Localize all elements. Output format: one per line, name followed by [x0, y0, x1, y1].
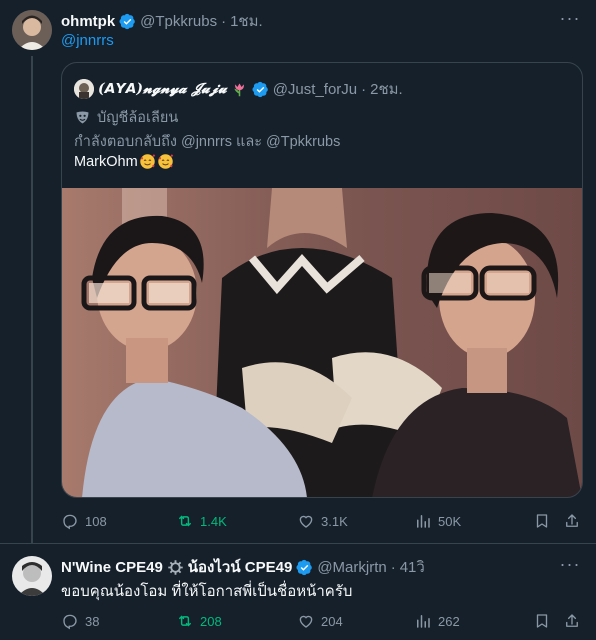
parody-label: บัญชีล้อเลียน [97, 110, 179, 126]
quote-display-name[interactable]: (𝘼𝙔𝘼)𝓷𝓰𝓷𝔂𝓪 𝓙𝓾𝓳𝓾 [98, 81, 227, 97]
more-icon[interactable]: ··· [558, 8, 582, 28]
views-count: 50K [438, 513, 462, 529]
tulip-emoji-icon [234, 83, 244, 96]
bookmark-button[interactable] [533, 512, 551, 530]
quote-avatar[interactable] [74, 79, 94, 99]
separator: · [390, 558, 396, 576]
retweet-count: 1.4K [200, 513, 227, 529]
tweet-text: ขอบคุณน้องโอม ที่ให้โอกาสพี่เป็นชื่อหน้า… [61, 583, 353, 600]
bookmark-icon [536, 614, 548, 628]
share-button[interactable] [563, 512, 581, 530]
display-name[interactable]: N'Wine CPE49 [61, 559, 163, 576]
avatar[interactable] [12, 10, 52, 50]
avatar-image [12, 556, 52, 596]
tweet-header: ohmtpk @Tpkkrubs · 1ชม. [61, 9, 263, 33]
bookmark-button[interactable] [533, 612, 551, 630]
parody-label-row: บัญชีล้อเลียน [74, 106, 178, 129]
like-count: 3.1K [321, 513, 348, 529]
display-name-suffix[interactable]: น้องไวน์ CPE49 [188, 555, 293, 579]
tweet-main[interactable]: ohmtpk @Tpkkrubs · 1ชม. ··· @jnnrrs (𝘼𝙔𝘼… [0, 0, 596, 543]
reply-count: 108 [85, 513, 107, 529]
tweet-actions: 108 1.4K 3.1K 50K [61, 512, 583, 532]
timestamp[interactable]: 1ชม. [230, 9, 263, 33]
separator: · [361, 80, 367, 98]
more-icon[interactable]: ··· [558, 554, 582, 574]
smiling-hearts-emoji-icon [157, 154, 173, 169]
verified-badge-icon [252, 81, 268, 97]
quote-replying-to: กำลังตอบกลับถึง @jnnrrs และ @Tpkkrubs [74, 134, 341, 150]
tweet-header: N'Wine CPE49 น้องไวน์ CPE49 @Markjrtn · … [61, 555, 425, 579]
handle[interactable]: @Tpkkrubs [140, 13, 217, 30]
quote-avatar-image [74, 79, 94, 99]
like-icon [299, 515, 313, 528]
reply-icon [63, 514, 77, 530]
tweet-reply[interactable]: N'Wine CPE49 น้องไวน์ CPE49 @Markjrtn · … [0, 543, 596, 640]
views-button[interactable]: 262 [414, 612, 460, 630]
tweet-actions: 38 208 204 262 [61, 612, 583, 632]
quote-text-row: MarkOhm [74, 153, 174, 170]
gear-icon [168, 559, 183, 575]
views-icon [417, 615, 430, 628]
like-count: 204 [321, 613, 343, 629]
quote-photo[interactable] [62, 188, 582, 498]
retweet-icon [179, 615, 191, 627]
share-icon [566, 514, 578, 527]
quote-header: (𝘼𝙔𝘼)𝓷𝓰𝓷𝔂𝓪 𝓙𝓾𝓳𝓾 @Just_forJu · 2ชม. [74, 77, 403, 101]
bookmark-icon [536, 514, 548, 528]
reply-mention[interactable]: @jnnrrs [61, 32, 114, 49]
quoted-tweet[interactable]: (𝘼𝙔𝘼)𝓷𝓰𝓷𝔂𝓪 𝓙𝓾𝓳𝓾 @Just_forJu · 2ชม. บัญชี… [61, 62, 583, 498]
smiling-hearts-emoji-icon [139, 154, 155, 169]
views-count: 262 [438, 613, 460, 629]
like-button[interactable]: 3.1K [297, 512, 348, 530]
timestamp[interactable]: 41วิ [400, 555, 425, 579]
quote-text: MarkOhm [74, 153, 138, 170]
avatar-image [12, 10, 52, 50]
retweet-count: 208 [200, 613, 222, 629]
quote-handle[interactable]: @Just_forJu [273, 81, 357, 98]
thread-line [31, 56, 33, 543]
retweet-button[interactable]: 1.4K [176, 512, 227, 530]
share-button[interactable] [563, 612, 581, 630]
display-name[interactable]: ohmtpk [61, 13, 115, 30]
retweet-icon [179, 515, 191, 527]
reply-icon [63, 614, 77, 630]
quote-timestamp[interactable]: 2ชม. [370, 77, 403, 101]
like-icon [299, 615, 313, 628]
retweet-button[interactable]: 208 [176, 612, 222, 630]
reply-button[interactable]: 108 [61, 512, 107, 530]
like-button[interactable]: 204 [297, 612, 343, 630]
separator: · [221, 12, 227, 30]
reply-button[interactable]: 38 [61, 612, 99, 630]
views-icon [417, 515, 430, 528]
share-icon [566, 614, 578, 627]
verified-badge-icon [119, 13, 136, 29]
verified-badge-icon [296, 559, 313, 575]
avatar[interactable] [12, 556, 52, 596]
theater-mask-icon [76, 111, 89, 124]
reply-count: 38 [85, 613, 100, 629]
views-button[interactable]: 50K [414, 512, 461, 530]
handle[interactable]: @Markjrtn [317, 559, 386, 576]
